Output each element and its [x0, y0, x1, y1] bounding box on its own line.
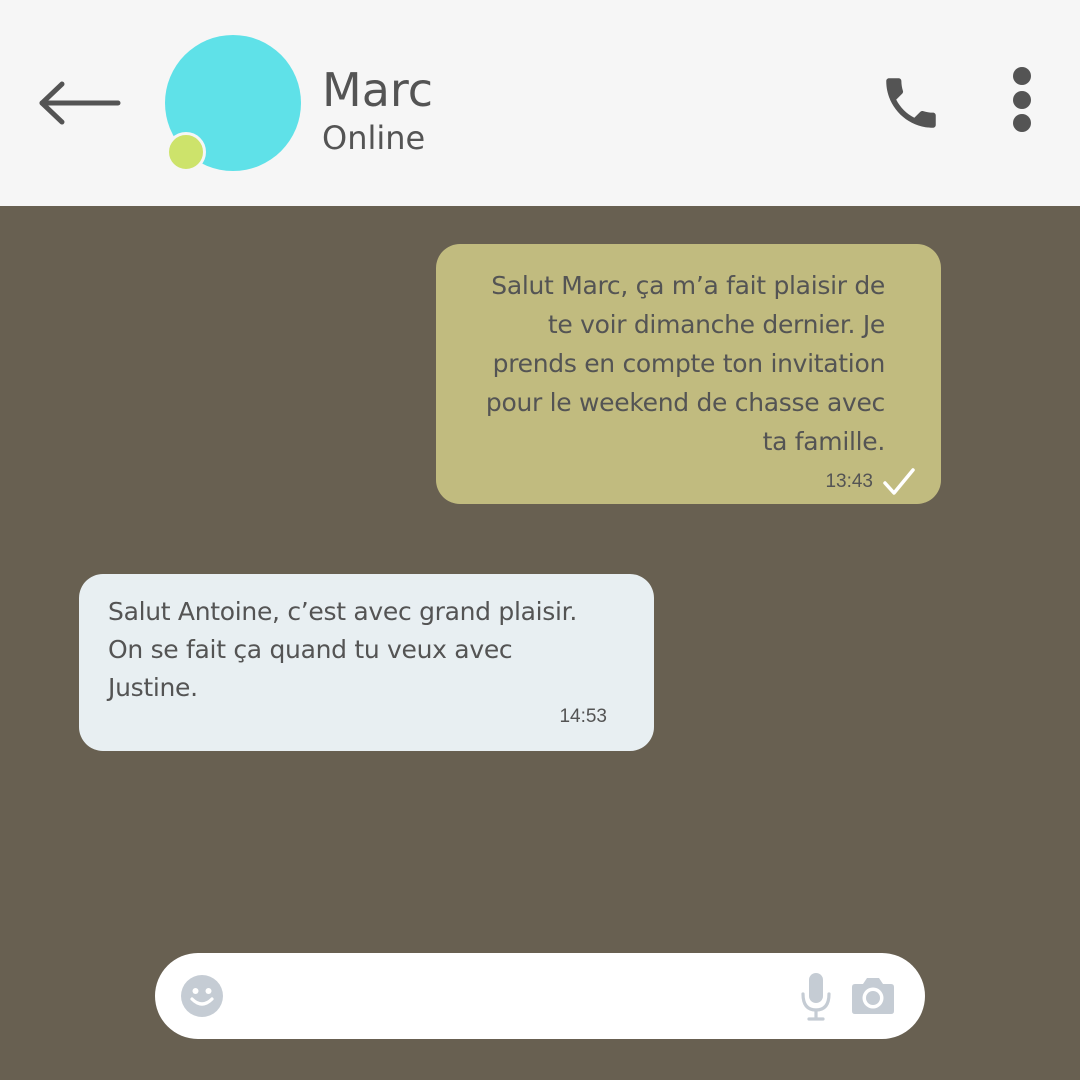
message-text: Salut Marc, ça m’a fait plaisir de te vo…	[460, 266, 885, 461]
microphone-button[interactable]	[799, 972, 833, 1022]
message-composer	[155, 953, 925, 1039]
back-button[interactable]	[36, 78, 124, 128]
arrow-left-icon	[39, 81, 121, 125]
message-bubble-outgoing[interactable]: Salut Marc, ça m’a fait plaisir de te vo…	[436, 244, 941, 504]
online-status-dot	[166, 132, 206, 172]
message-line: prends en compte ton invitation	[492, 349, 886, 378]
message-timestamp: 14:53	[559, 706, 607, 727]
message-bubble-incoming[interactable]: Salut Antoine, c’est avec grand plaisir.…	[79, 574, 654, 751]
chat-header: Marc Online	[0, 0, 1080, 206]
phone-icon	[886, 78, 936, 128]
camera-icon	[852, 978, 894, 1014]
message-input[interactable]	[241, 971, 785, 1023]
emoji-button[interactable]	[180, 974, 224, 1018]
microphone-icon	[801, 973, 831, 1021]
contact-status: Online	[322, 119, 426, 157]
checkmark-icon	[883, 468, 915, 495]
message-text: Salut Antoine, c’est avec grand plaisir.…	[108, 593, 624, 707]
more-options-button[interactable]	[1004, 66, 1040, 136]
emoji-icon	[181, 975, 223, 1017]
message-timestamp: 13:43	[825, 471, 873, 492]
message-line: Salut Marc, ça m’a fait plaisir de	[491, 271, 885, 300]
message-line: Salut Antoine, c’est avec grand plaisir.	[108, 597, 577, 626]
more-vertical-icon	[1013, 67, 1031, 132]
message-line: te voir dimanche dernier. Je	[547, 310, 885, 339]
call-button[interactable]	[878, 70, 944, 136]
contact-name[interactable]: Marc	[322, 62, 433, 118]
message-line: ta famille.	[762, 427, 886, 456]
camera-button[interactable]	[851, 977, 895, 1015]
message-line: On se fait ça quand tu veux avec	[108, 635, 513, 664]
message-line: Justine.	[108, 673, 198, 702]
message-line: pour le weekend de chasse avec	[485, 388, 885, 417]
